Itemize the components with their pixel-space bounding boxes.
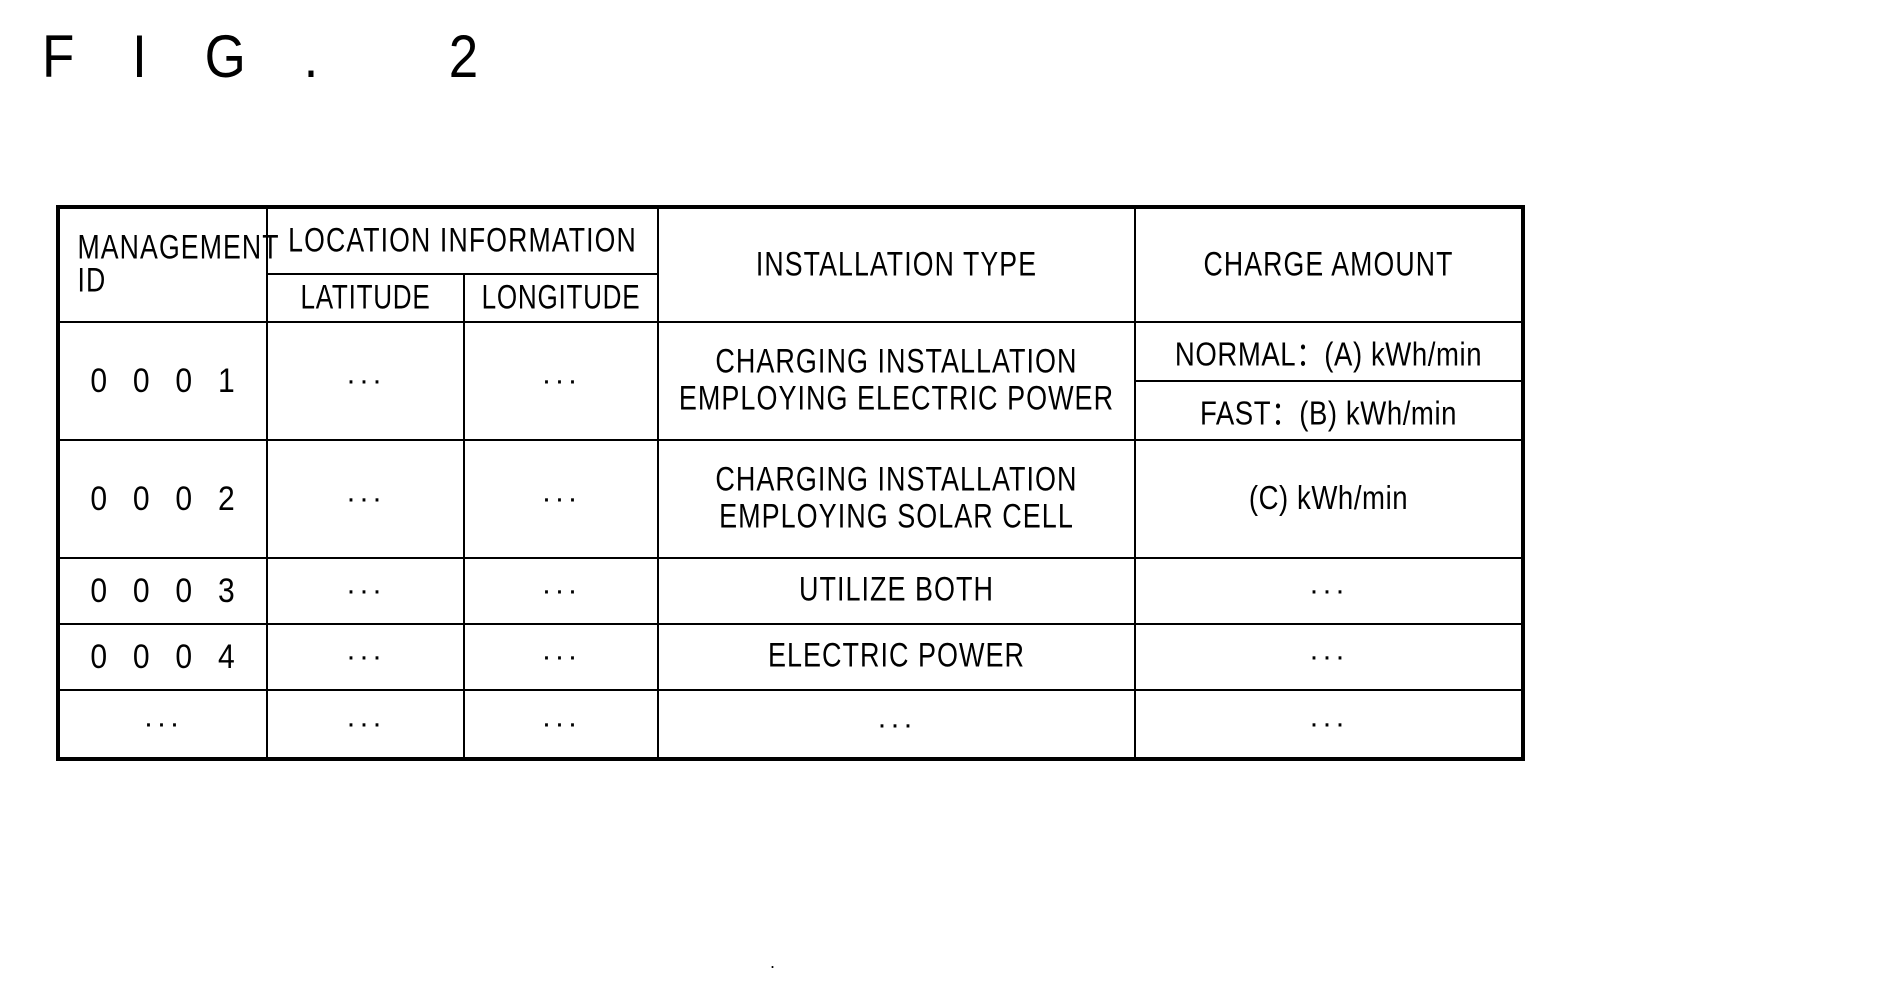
longitude-value: ··· (541, 640, 581, 673)
longitude-value: ··· (541, 574, 581, 607)
cell-installation-type: ELECTRIC POWER (657, 623, 1137, 691)
cell-management-id: ··· (57, 689, 268, 760)
installation-type-line2: EMPLOYING SOLAR CELL (719, 498, 1074, 536)
table-header-row-primary: MANAGEMENT ID LOCATION INFORMATION INSTA… (57, 206, 1525, 323)
installation-type-value: ELECTRIC POWER (767, 637, 1026, 676)
cell-installation-type: CHARGING INSTALLATION EMPLOYING SOLAR CE… (657, 439, 1137, 559)
charge-subrow-normal: NORMAL：(A) kWh/min (1136, 323, 1522, 382)
installation-type-value: UTILIZE BOTH (798, 571, 995, 610)
installation-type-value: ··· (877, 707, 916, 741)
charge-amount-value: (C) kWh/min (1248, 480, 1409, 517)
cell-latitude: ··· (266, 321, 465, 441)
cell-installation-type: ··· (657, 689, 1137, 760)
management-id-value: 0 0 0 1 (90, 361, 244, 400)
table-row: 0 0 0 4 ··· ··· ELECTRIC POWER ··· (57, 623, 1525, 691)
latitude-value: ··· (346, 707, 385, 740)
charge-amount-subtable: NORMAL：(A) kWh/min FAST：(B) kWh/min (1136, 323, 1522, 439)
installation-type-line2: EMPLOYING ELECTRIC POWER (678, 380, 1115, 418)
cell-longitude: ··· (462, 689, 660, 760)
latitude-value: ··· (346, 574, 385, 607)
charge-amount-value: ··· (1309, 574, 1348, 607)
charge-normal-value: NORMAL：(A) kWh/min (1174, 336, 1483, 374)
cell-longitude: ··· (462, 623, 660, 691)
table-row: 0 0 0 1 ··· ··· CHARGING INSTALLATION EM… (57, 321, 1525, 441)
cell-management-id: 0 0 0 3 (57, 557, 268, 625)
charge-fast-value: FAST：(B) kWh/min (1199, 395, 1458, 433)
cell-longitude: ··· (462, 557, 660, 625)
cell-latitude: ··· (266, 557, 465, 625)
latitude-value: ··· (346, 640, 385, 673)
longitude-value: ··· (541, 482, 581, 515)
charge-amount-value: ··· (1309, 640, 1348, 673)
page-mark: . (770, 952, 776, 972)
cell-latitude: ··· (266, 623, 465, 691)
table-row: 0 0 0 3 ··· ··· UTILIZE BOTH ··· (57, 557, 1525, 625)
cell-charge-amount: ··· (1134, 623, 1525, 691)
header-latitude: LATITUDE (266, 273, 465, 323)
management-id-value: ··· (143, 707, 183, 740)
header-longitude-label: LONGITUDE (481, 278, 641, 317)
charge-fast-cell: FAST：(B) kWh/min (1136, 381, 1521, 439)
cell-management-id: 0 0 0 2 (57, 439, 268, 559)
charge-amount-value: ··· (1309, 707, 1348, 740)
cell-longitude: ··· (462, 439, 660, 559)
header-installation-type-label: INSTALLATION TYPE (755, 245, 1038, 284)
cell-latitude: ··· (266, 689, 465, 760)
figure-table-container: MANAGEMENT ID LOCATION INFORMATION INSTA… (56, 205, 1526, 761)
header-latitude-label: LATITUDE (300, 278, 431, 317)
header-charge-amount-label: CHARGE AMOUNT (1203, 245, 1454, 284)
management-id-value: 0 0 0 2 (90, 479, 244, 518)
cell-latitude: ··· (266, 439, 465, 559)
longitude-value: ··· (541, 364, 581, 397)
latitude-value: ··· (346, 364, 385, 397)
charge-normal-cell: NORMAL：(A) kWh/min (1136, 323, 1522, 382)
cell-installation-type: CHARGING INSTALLATION EMPLOYING ELECTRIC… (657, 321, 1137, 441)
header-installation-type: INSTALLATION TYPE (657, 206, 1137, 323)
management-id-value: 0 0 0 4 (90, 637, 244, 676)
header-location-information-label: LOCATION INFORMATION (288, 221, 637, 260)
management-id-value: 0 0 0 3 (90, 571, 244, 610)
header-location-information: LOCATION INFORMATION (265, 206, 660, 275)
cell-charge-amount: (C) kWh/min (1134, 439, 1525, 559)
cell-management-id: 0 0 0 4 (57, 623, 268, 691)
longitude-value: ··· (541, 707, 581, 740)
header-management-id: MANAGEMENT ID (57, 206, 279, 323)
table-row: 0 0 0 2 ··· ··· CHARGING INSTALLATION EM… (57, 439, 1525, 559)
table-row: ··· ··· ··· ··· ··· (57, 689, 1525, 760)
charge-subrow-fast: FAST：(B) kWh/min (1136, 381, 1521, 439)
cell-charge-amount: NORMAL：(A) kWh/min FAST：(B) kWh/min (1134, 321, 1525, 441)
cell-installation-type: UTILIZE BOTH (657, 557, 1137, 625)
header-charge-amount: CHARGE AMOUNT (1134, 206, 1525, 323)
header-management-id-line2: ID (77, 262, 107, 300)
cell-longitude: ··· (462, 321, 660, 441)
latitude-value: ··· (346, 482, 385, 515)
cell-management-id: 0 0 0 1 (57, 321, 268, 441)
charging-station-table: MANAGEMENT ID LOCATION INFORMATION INSTA… (56, 205, 1526, 761)
header-longitude: LONGITUDE (462, 273, 660, 323)
figure-label: F I G . 2 (42, 23, 500, 91)
cell-charge-amount: ··· (1134, 557, 1525, 625)
cell-charge-amount: ··· (1134, 689, 1525, 760)
